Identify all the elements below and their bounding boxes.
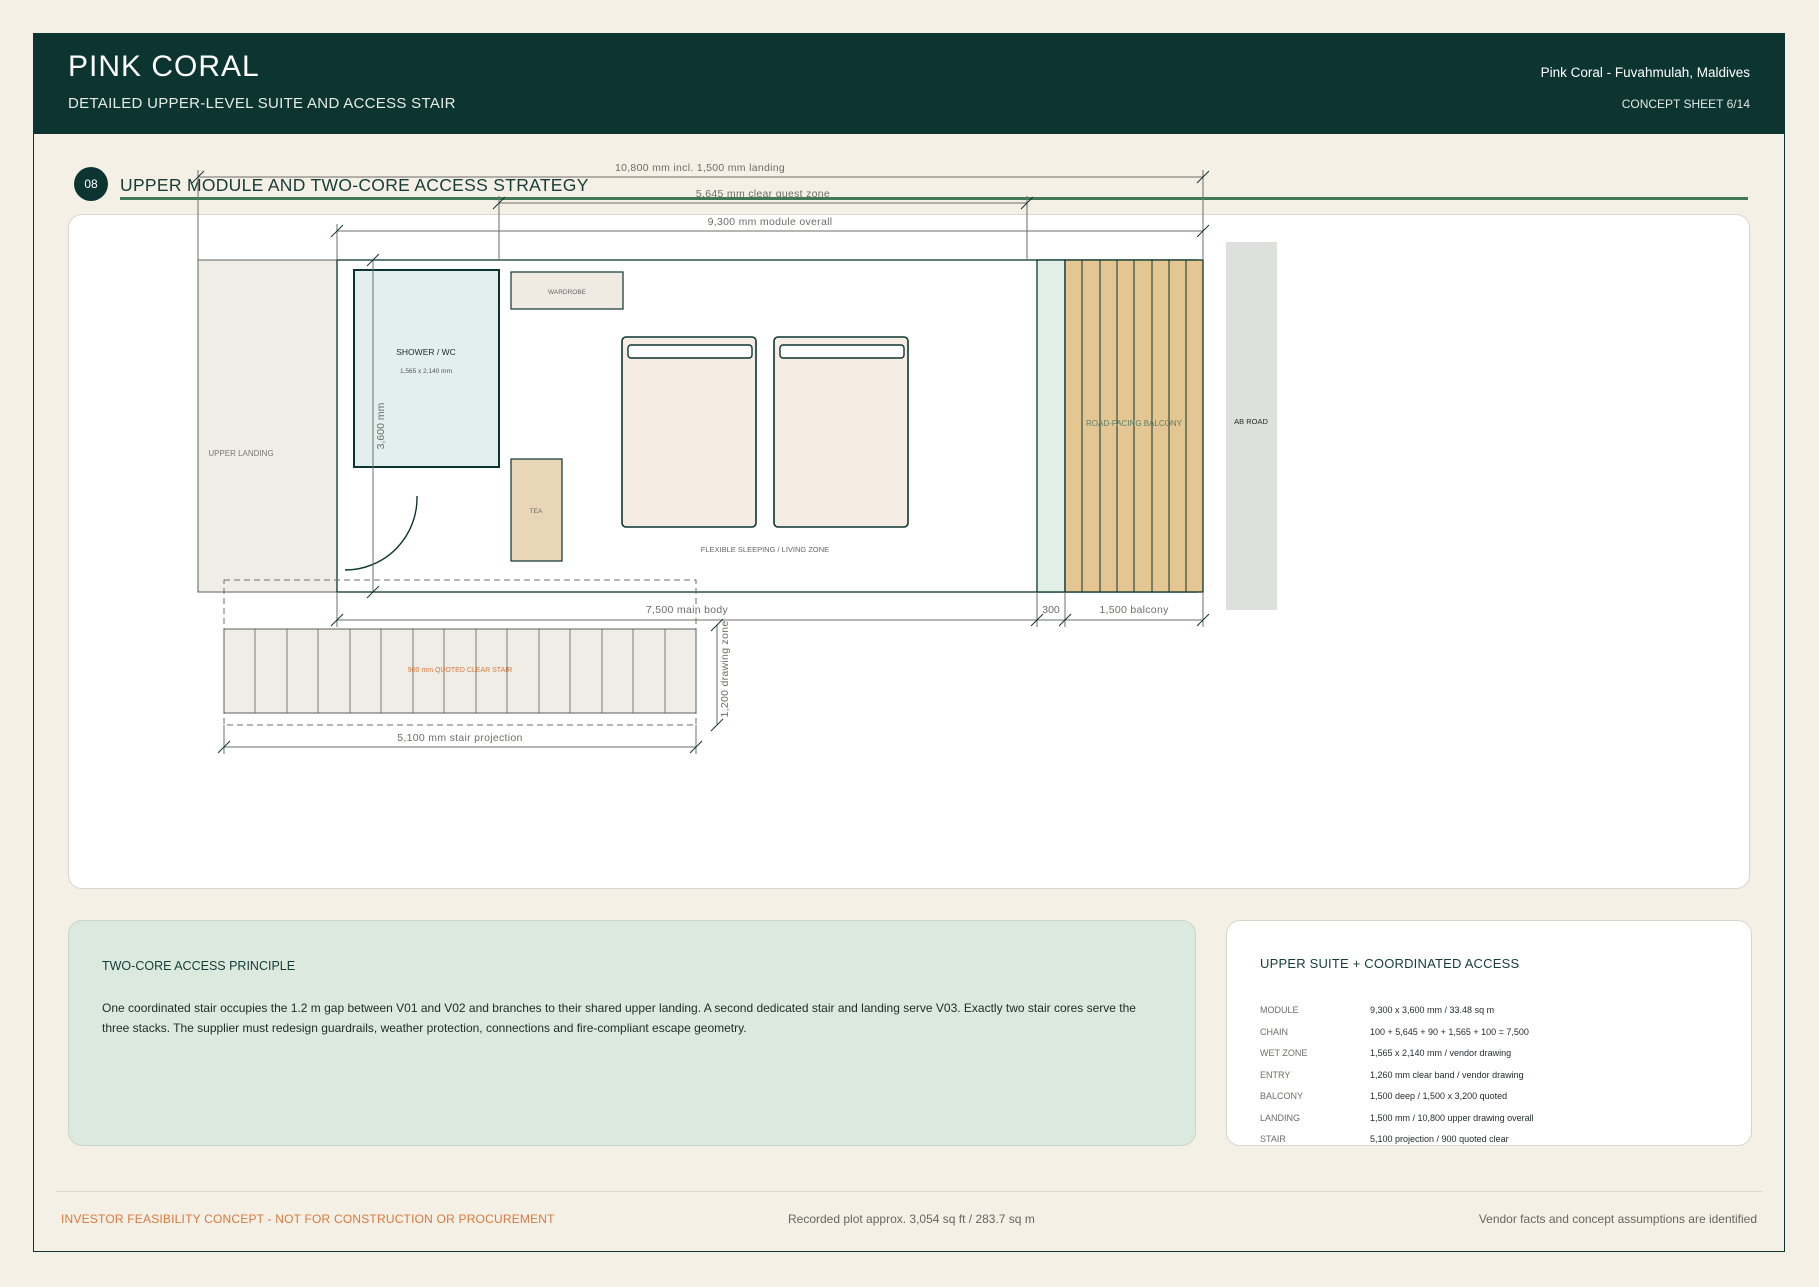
spec-key: BALCONY [1260,1091,1304,1101]
footer-divider [56,1191,1762,1192]
footer-disclaimer: INVESTOR FEASIBILITY CONCEPT - NOT FOR C… [61,1212,555,1226]
spec-key: MODULE [1260,1005,1299,1015]
spec-value: 5,100 projection / 900 quoted clear [1370,1134,1509,1144]
spec-value: 1,565 x 2,140 mm / vendor drawing [1370,1048,1512,1058]
spec-key: LANDING [1260,1112,1301,1123]
suite-access-panel: UPPER SUITE + COORDINATED ACCESS MODULE … [1226,920,1752,1146]
sheet-header: PINK CORAL DETAILED UPPER-LEVEL SUITE AN… [34,34,1784,134]
spec-value: 1,260 mm clear band / vendor drawing [1370,1069,1524,1080]
spec-value: 1,500 deep / 1,500 x 3,200 quoted [1370,1091,1508,1101]
spec-value: 1,500 mm / 10,800 upper drawing overall [1370,1112,1534,1123]
access-principle-body: One coordinated stair occupies the 1.2 m… [102,1001,1136,1035]
sheet-subtitle: DETAILED UPPER-LEVEL SUITE AND ACCESS ST… [68,95,456,112]
spec-key: STAIR [1260,1134,1286,1144]
dim-overall-with-landing-label: 10,800 mm incl. 1,500 mm landing [615,162,785,174]
brand-title: PINK CORAL [68,50,260,83]
spec-key: CHAIN [1260,1026,1289,1037]
section-number-badge: 08 [74,167,108,201]
spec-key: ENTRY [1260,1069,1291,1080]
section-title: UPPER MODULE AND TWO-CORE ACCESS STRATEG… [120,175,589,195]
footer-plot-area: Recorded plot approx. 3,054 sq ft / 283.… [788,1212,1035,1226]
plan-panel [68,214,1750,889]
access-principle-panel: TWO-CORE ACCESS PRINCIPLE One coordinate… [68,920,1196,1146]
footer-note: Vendor facts and concept assumptions are… [1478,1212,1757,1226]
concept-sheet: PINK CORAL DETAILED UPPER-LEVEL SUITE AN… [33,33,1785,1252]
spec-value: 9,300 x 3,600 mm / 33.48 sq m [1370,1005,1495,1015]
sheet-number: CONCEPT SHEET 6/14 [1621,97,1750,111]
spec-key: WET ZONE [1260,1048,1308,1058]
spec-value: 100 + 5,645 + 90 + 1,565 + 100 = 7,500 [1370,1026,1529,1037]
section-rule [120,197,1748,200]
access-principle-title: TWO-CORE ACCESS PRINCIPLE [102,959,296,973]
suite-access-title: UPPER SUITE + COORDINATED ACCESS [1260,956,1520,971]
project-location: Pink Coral - Fuvahmulah, Maldives [1540,65,1750,80]
